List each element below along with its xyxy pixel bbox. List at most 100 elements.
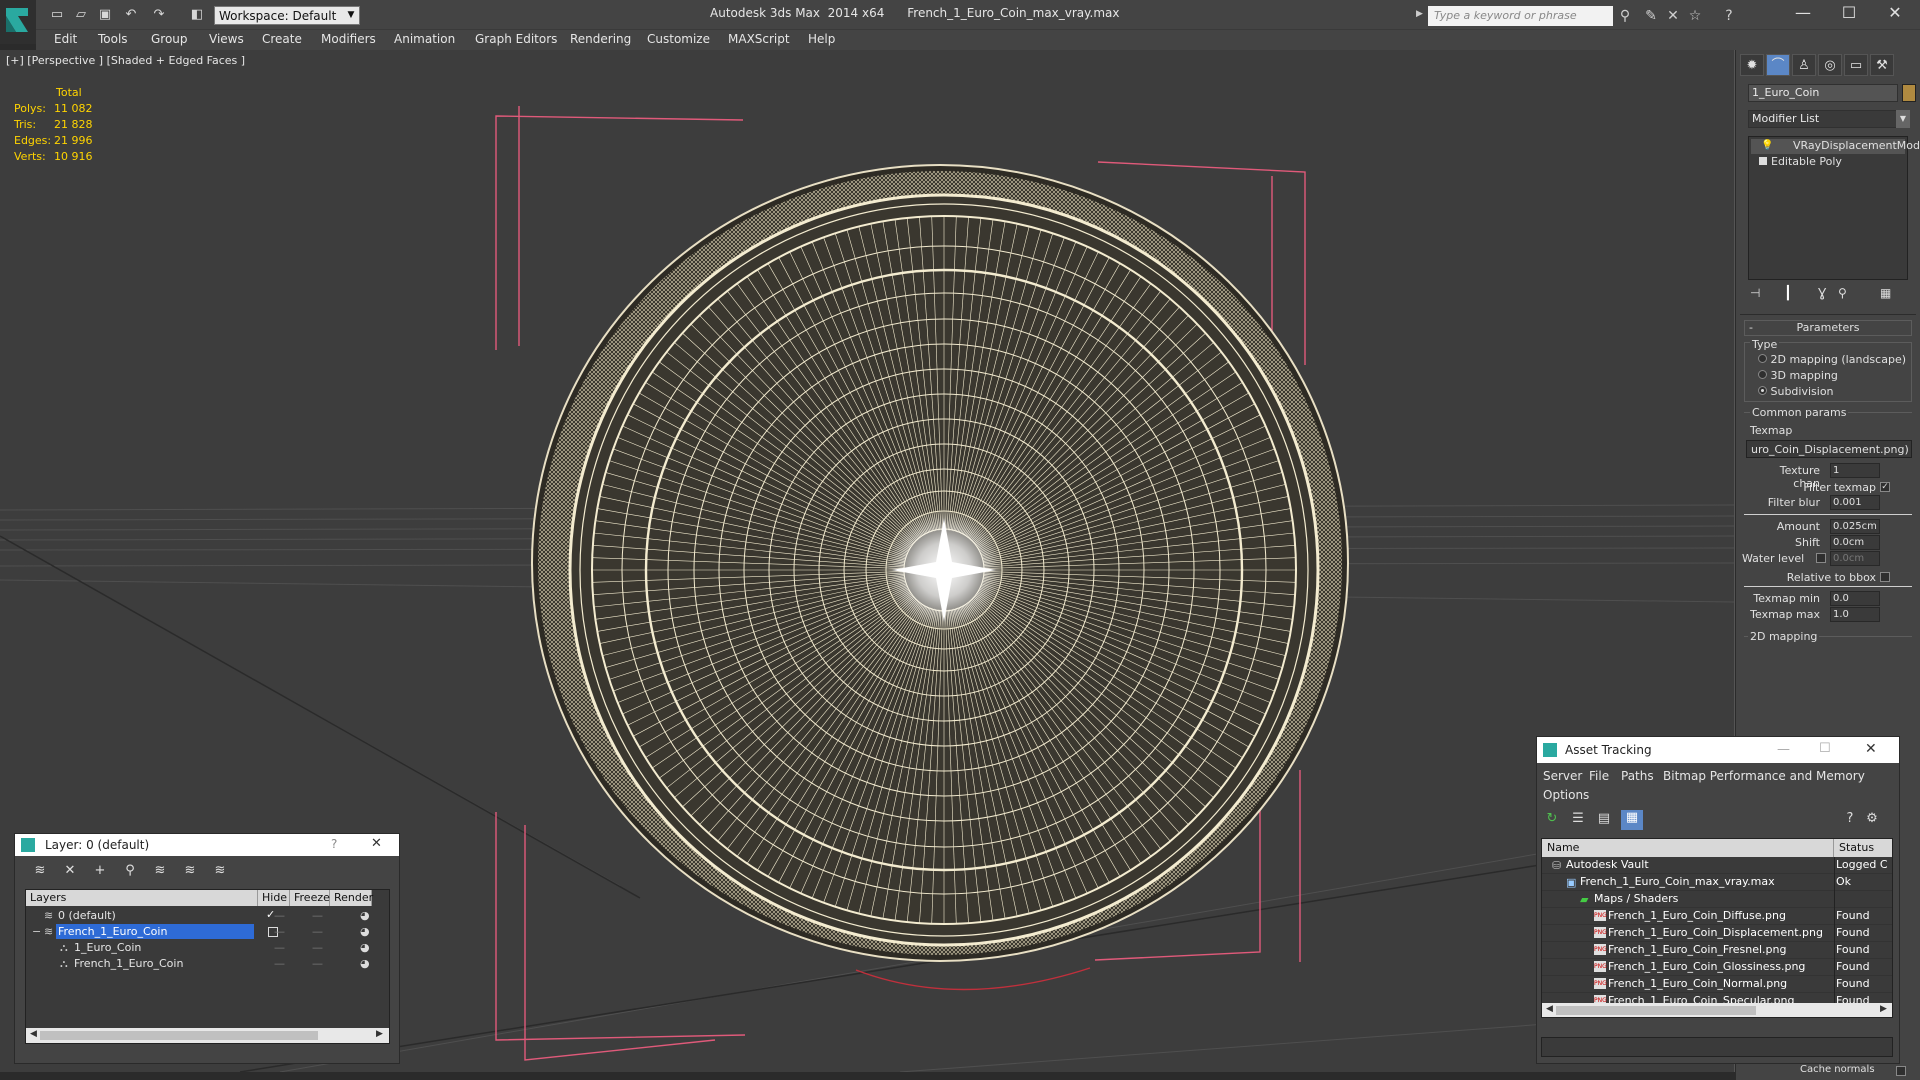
close-icon[interactable]: ✕	[371, 836, 382, 851]
relative-bbox-checkbox[interactable]	[1880, 572, 1890, 582]
menu-file[interactable]: File	[1589, 769, 1609, 783]
hide-toggle[interactable]: —	[274, 957, 285, 970]
close-icon[interactable]: ✕	[1872, 0, 1918, 28]
menu-graph-editors[interactable]: Graph Editors	[475, 32, 557, 46]
redo-icon[interactable]: ↷	[150, 6, 168, 24]
asset-row[interactable]: ▰ Maps / Shaders	[1542, 891, 1892, 908]
layer-dialog-title[interactable]: Layer: 0 (default)	[15, 834, 399, 856]
hide-toggle[interactable]: —	[274, 909, 285, 922]
scroll-left-icon[interactable]: ◀	[30, 1029, 37, 1039]
layer-row[interactable]: ≋ 0 (default) ✓ — — ◕	[26, 908, 389, 924]
render-teapot-icon[interactable]: ◕	[360, 957, 370, 970]
menu-views[interactable]: Views	[209, 32, 244, 46]
add-to-layer-icon[interactable]: +	[89, 862, 111, 880]
make-unique-icon[interactable]: Ɣ	[1818, 286, 1826, 300]
menu-paths[interactable]: Paths	[1621, 769, 1654, 783]
menu-modifiers[interactable]: Modifiers	[321, 32, 376, 46]
menu-options[interactable]: Options	[1543, 788, 1589, 802]
menu-group[interactable]: Group	[151, 32, 188, 46]
texmap-button[interactable]: uro_Coin_Displacement.png)	[1746, 440, 1912, 458]
asset-dialog-title[interactable]: Asset Tracking	[1537, 737, 1899, 763]
help-icon[interactable]: ?	[1718, 6, 1740, 26]
modify-tab-icon[interactable]: ⌒	[1766, 54, 1790, 76]
delete-layer-icon[interactable]: ✕	[59, 862, 81, 880]
parameters-rollout-header[interactable]: - Parameters	[1744, 320, 1912, 336]
layer-row[interactable]: − ≋ French_1_Euro_Coin — — ◕	[26, 924, 389, 940]
col-layers[interactable]: Layers	[26, 890, 258, 906]
radio-icon[interactable]	[1758, 354, 1767, 363]
chevron-down-icon[interactable]: ▼	[344, 6, 358, 25]
undo-icon[interactable]: ↶	[122, 6, 140, 24]
menu-create[interactable]: Create	[262, 32, 302, 46]
stack-expand-icon[interactable]	[1759, 157, 1767, 165]
scroll-right-icon[interactable]: ▶	[1880, 1004, 1887, 1014]
col-status[interactable]: Status	[1834, 839, 1892, 857]
asset-path-field[interactable]	[1541, 1037, 1893, 1057]
tree-view-icon[interactable]: ▤	[1595, 811, 1613, 829]
asset-row[interactable]: ▣ French_1_Euro_Coin_max_vray.max Ok	[1542, 874, 1892, 891]
asset-row[interactable]: ⛁ Autodesk Vault Logged C	[1542, 857, 1892, 874]
table-view-icon[interactable]: ▦	[1621, 810, 1643, 830]
menu-edit[interactable]: Edit	[54, 32, 77, 46]
asset-row[interactable]: PNG French_1_Euro_Coin_Displacement.png Fo…	[1542, 925, 1892, 942]
pin-stack-icon[interactable]: ⊣	[1750, 286, 1760, 300]
hide-all-layers-icon[interactable]: ≋	[179, 862, 201, 880]
communication-icon[interactable]: ✎	[1640, 6, 1662, 26]
asset-row[interactable]: PNG French_1_Euro_Coin_Fresnel.png Found	[1542, 942, 1892, 959]
select-objects-icon[interactable]: ⚲	[119, 862, 141, 880]
radio-subdivision[interactable]: Subdivision	[1758, 385, 1834, 398]
scroll-left-icon[interactable]: ◀	[1546, 1004, 1553, 1014]
object-color-swatch[interactable]	[1902, 84, 1916, 102]
menu-bitmap-performance[interactable]: Bitmap Performance and Memory	[1663, 769, 1865, 783]
help-icon[interactable]: ?	[1841, 811, 1859, 829]
menu-animation[interactable]: Animation	[394, 32, 455, 46]
col-name[interactable]: Name	[1542, 839, 1834, 857]
workspace-select[interactable]: Workspace: Default	[214, 6, 360, 25]
object-name[interactable]: French_1_Euro_Coin	[72, 957, 185, 970]
maximize-icon[interactable]: ☐	[1826, 0, 1872, 28]
exchange-icon[interactable]: ✕	[1662, 6, 1684, 26]
binoculars-icon[interactable]: ⚲	[1614, 6, 1636, 26]
configure-sets-icon[interactable]: ▦	[1880, 286, 1891, 300]
radio-icon[interactable]	[1758, 386, 1767, 395]
create-tab-icon[interactable]: ✹	[1740, 54, 1764, 76]
amount-spinner[interactable]: 0.025cm	[1830, 519, 1880, 534]
minimize-icon[interactable]: —	[1780, 0, 1826, 28]
filter-blur-spinner[interactable]: 0.001	[1830, 495, 1880, 510]
chevron-down-icon[interactable]: ▼	[1896, 110, 1910, 128]
viewport-label[interactable]: [+] [Perspective ] [Shaded + Edged Faces…	[6, 54, 245, 67]
hide-toggle[interactable]: —	[274, 925, 285, 938]
highlight-layer-icon[interactable]: ≋	[149, 862, 171, 880]
scrollbar-thumb[interactable]	[40, 1031, 318, 1040]
layer-name[interactable]: 0 (default)	[56, 909, 118, 922]
favorites-star-icon[interactable]: ☆	[1684, 6, 1706, 26]
water-level-spinner[interactable]: 0.0cm	[1830, 551, 1880, 566]
create-layer-icon[interactable]: ≋	[29, 862, 51, 880]
menu-rendering[interactable]: Rendering	[570, 32, 631, 46]
water-level-checkbox[interactable]	[1816, 553, 1826, 563]
object-name-field[interactable]: 1_Euro_Coin	[1748, 84, 1898, 102]
texmap-max-spinner[interactable]: 1.0	[1830, 607, 1880, 622]
scroll-right-icon[interactable]: ▶	[376, 1029, 383, 1039]
col-hide[interactable]: Hide	[258, 890, 290, 906]
remove-modifier-icon[interactable]: ⚲	[1838, 286, 1847, 300]
app-logo[interactable]	[0, 0, 36, 44]
menu-help[interactable]: Help	[808, 32, 835, 46]
list-view-icon[interactable]: ☰	[1569, 811, 1587, 829]
hierarchy-tab-icon[interactable]: ♙	[1792, 54, 1816, 76]
settings-icon[interactable]: ⚙	[1863, 811, 1881, 829]
asset-row[interactable]: PNG French_1_Euro_Coin_Diffuse.png Found	[1542, 908, 1892, 925]
freeze-toggle[interactable]: —	[312, 925, 323, 938]
show-end-result-icon[interactable]: ┃	[1784, 286, 1792, 301]
freeze-toggle[interactable]: —	[312, 909, 323, 922]
texture-chan-spinner[interactable]: 1	[1830, 463, 1880, 478]
freeze-all-layers-icon[interactable]: ≋	[209, 862, 231, 880]
horizontal-scrollbar[interactable]: ◀ ▶	[1542, 1003, 1892, 1017]
cache-normals-checkbox[interactable]	[1896, 1066, 1906, 1076]
refresh-icon[interactable]: ↻	[1543, 811, 1561, 829]
radio-icon[interactable]	[1758, 370, 1767, 379]
col-render[interactable]: Render	[330, 890, 373, 906]
hide-toggle[interactable]: —	[274, 941, 285, 954]
horizontal-scrollbar[interactable]: ◀ ▶	[26, 1028, 389, 1043]
asset-row[interactable]: PNG French_1_Euro_Coin_Glossiness.png Foun…	[1542, 959, 1892, 976]
